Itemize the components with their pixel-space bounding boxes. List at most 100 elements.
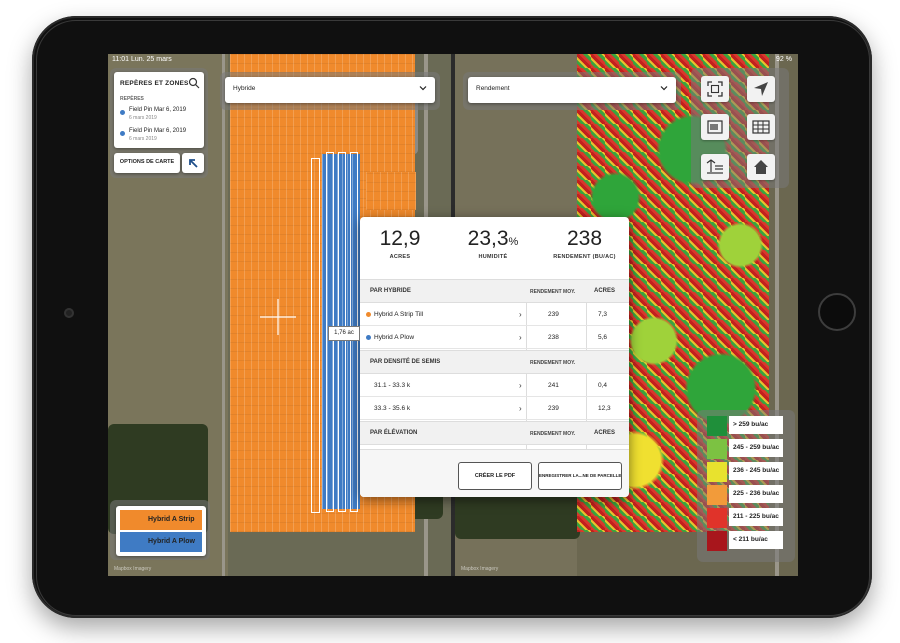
legend-item: 225 - 236 bu/ac bbox=[707, 485, 783, 505]
table-icon bbox=[752, 120, 770, 134]
pin-marker-icon bbox=[120, 131, 125, 136]
layer-select-value: Rendement bbox=[476, 85, 510, 92]
legend-swatch bbox=[707, 508, 727, 528]
pin-name: Field Pin Mar 6, 2019 bbox=[129, 107, 187, 113]
row-name: Hybrid A Strip Till bbox=[374, 311, 424, 318]
status-battery: 92 % bbox=[776, 56, 792, 63]
yield-legend: > 259 bu/ac 245 - 259 bu/ac 236 - 245 bu… bbox=[701, 416, 791, 556]
legend-label: < 211 bu/ac bbox=[729, 531, 783, 549]
table-row[interactable]: 31.1 - 33.3 k › 241 0,4 bbox=[360, 374, 629, 397]
fullscreen-button[interactable] bbox=[701, 76, 729, 102]
row-name: Hybrid A Plow bbox=[374, 334, 415, 341]
legend-item: 245 - 259 bu/ac bbox=[707, 439, 783, 459]
column-header-acres: ACRES bbox=[594, 430, 616, 436]
app-screen: 11:01 Lun. 25 mars 92 % 1,76 ac REPÈRES … bbox=[108, 54, 798, 576]
strip-outline bbox=[311, 158, 320, 513]
table-row[interactable]: Hybrid A Plow › 238 5,6 bbox=[360, 326, 629, 349]
save-field-zone-button[interactable]: ENREGISTRER LA...NE DE PARCELLE bbox=[538, 462, 622, 490]
search-icon[interactable] bbox=[188, 77, 200, 89]
legend-label: 211 - 225 bu/ac bbox=[729, 508, 783, 526]
pin-date: 6 mars 2019 bbox=[129, 115, 157, 121]
status-bar: 11:01 Lun. 25 mars 92 % bbox=[108, 54, 798, 68]
home-hardware-button[interactable] bbox=[818, 293, 856, 331]
stat-label: ACRES bbox=[389, 254, 411, 260]
road bbox=[222, 54, 225, 576]
pin-name: Field Pin Mar 6, 2019 bbox=[129, 128, 187, 134]
table-row[interactable]: 33.3 - 35.6 k › 239 12,3 bbox=[360, 397, 629, 420]
row-yield: 238 bbox=[548, 334, 559, 341]
row-acres: 12,3 bbox=[598, 405, 611, 412]
section-header-seeding-density: PAR DENSITÉ DE SEMIS RENDEMENT MOY. bbox=[360, 350, 629, 374]
row-yield: 239 bbox=[548, 311, 559, 318]
locate-button[interactable] bbox=[747, 76, 775, 102]
legend-item-strip-till: Hybrid A Strip Till bbox=[120, 510, 202, 543]
row-name: 33.3 - 35.6 k bbox=[374, 405, 411, 412]
stat-humidity: 23,3% HUMIDITÉ bbox=[448, 227, 538, 260]
stat-value: 238 bbox=[566, 227, 603, 250]
stat-acres: 12,9 ACRES bbox=[360, 227, 440, 260]
legend-item: 236 - 245 bu/ac bbox=[707, 462, 783, 482]
stat-yield: 238 RENDEMENT (BU/AC) bbox=[540, 227, 629, 260]
hybrid-color-dot bbox=[366, 312, 371, 317]
pins-card-title: REPÈRES ET ZONES bbox=[120, 80, 189, 87]
stat-number: 23,3 bbox=[467, 227, 509, 250]
map-options-button[interactable]: OPTIONS DE CARTE bbox=[114, 153, 180, 173]
chevron-right-icon: › bbox=[519, 310, 522, 319]
create-pdf-button[interactable]: CRÉER LE PDF bbox=[458, 462, 532, 490]
map-attribution: Mapbox Imagery bbox=[461, 566, 499, 572]
layers-list-button[interactable] bbox=[701, 154, 729, 180]
stat-label: HUMIDITÉ bbox=[478, 254, 508, 260]
row-yield: 241 bbox=[548, 382, 559, 389]
status-time: 11:01 Lun. 25 mars bbox=[112, 56, 172, 63]
front-camera bbox=[64, 308, 74, 318]
pin-marker-icon bbox=[120, 110, 125, 115]
image-button[interactable] bbox=[701, 114, 729, 140]
hybrid-color-dot bbox=[366, 335, 371, 340]
collapse-button[interactable] bbox=[182, 153, 204, 173]
stat-value: 12,9 bbox=[379, 227, 421, 250]
legend-label: 225 - 236 bu/ac bbox=[729, 485, 783, 503]
pin-date: 6 mars 2019 bbox=[129, 136, 157, 142]
home-button[interactable] bbox=[747, 154, 775, 180]
hybrid-legend: Hybrid A Strip Till Hybrid A Plow bbox=[116, 506, 206, 556]
home-icon bbox=[754, 160, 768, 174]
chevron-right-icon: › bbox=[519, 333, 522, 342]
table-button[interactable] bbox=[747, 114, 775, 140]
hybrid-strip-till-zone bbox=[366, 172, 416, 210]
table-row[interactable]: Hybrid A Strip Till › 239 7,3 bbox=[360, 303, 629, 326]
legend-item: 211 - 225 bu/ac bbox=[707, 508, 783, 528]
column-header-yield: RENDEMENT MOY. bbox=[530, 360, 576, 366]
legend-swatch bbox=[707, 416, 727, 436]
yield-layer-select[interactable]: Rendement bbox=[468, 77, 676, 103]
legend-swatch bbox=[707, 531, 727, 551]
measure-callout: 1,76 ac bbox=[328, 326, 360, 341]
row-yield: 239 bbox=[548, 405, 559, 412]
column-header-acres: ACRES bbox=[594, 288, 616, 294]
crosshair-icon bbox=[260, 299, 296, 335]
row-acres: 0,4 bbox=[598, 382, 608, 389]
section-title: PAR HYBRIDE bbox=[370, 288, 411, 294]
legend-label: > 259 bu/ac bbox=[729, 416, 783, 434]
chevron-right-icon: › bbox=[519, 404, 522, 413]
section-title: PAR ÉLÉVATION bbox=[370, 430, 418, 436]
column-header-yield: RENDEMENT MOY. bbox=[530, 289, 576, 295]
legend-item-plow: Hybrid A Plow bbox=[120, 532, 202, 552]
chevron-right-icon: › bbox=[519, 381, 522, 390]
layer-select[interactable]: Hybride bbox=[225, 77, 435, 103]
pins-card: REPÈRES ET ZONES REPÈRES Field Pin Mar 6… bbox=[114, 72, 204, 148]
stat-label: RENDEMENT (BU/AC) bbox=[553, 254, 616, 260]
chevron-down-icon bbox=[660, 86, 668, 91]
stat-unit: % bbox=[508, 236, 519, 248]
summary-popup: 12,9 ACRES 23,3% HUMIDITÉ 238 RENDEMENT … bbox=[360, 217, 629, 497]
legend-item: < 211 bu/ac bbox=[707, 531, 783, 551]
row-name: 31.1 - 33.3 k bbox=[374, 382, 411, 389]
row-acres: 7,3 bbox=[598, 311, 608, 318]
locate-icon bbox=[754, 82, 768, 96]
fullscreen-icon bbox=[707, 81, 723, 97]
stat-value: 23,3% bbox=[448, 227, 538, 251]
image-icon bbox=[707, 120, 723, 134]
section-header-elevation: PAR ÉLÉVATION RENDEMENT MOY. ACRES bbox=[360, 421, 629, 445]
layer-select-value: Hybride bbox=[233, 85, 256, 92]
legend-swatch bbox=[707, 485, 727, 505]
column-header-yield: RENDEMENT MOY. bbox=[530, 431, 576, 437]
